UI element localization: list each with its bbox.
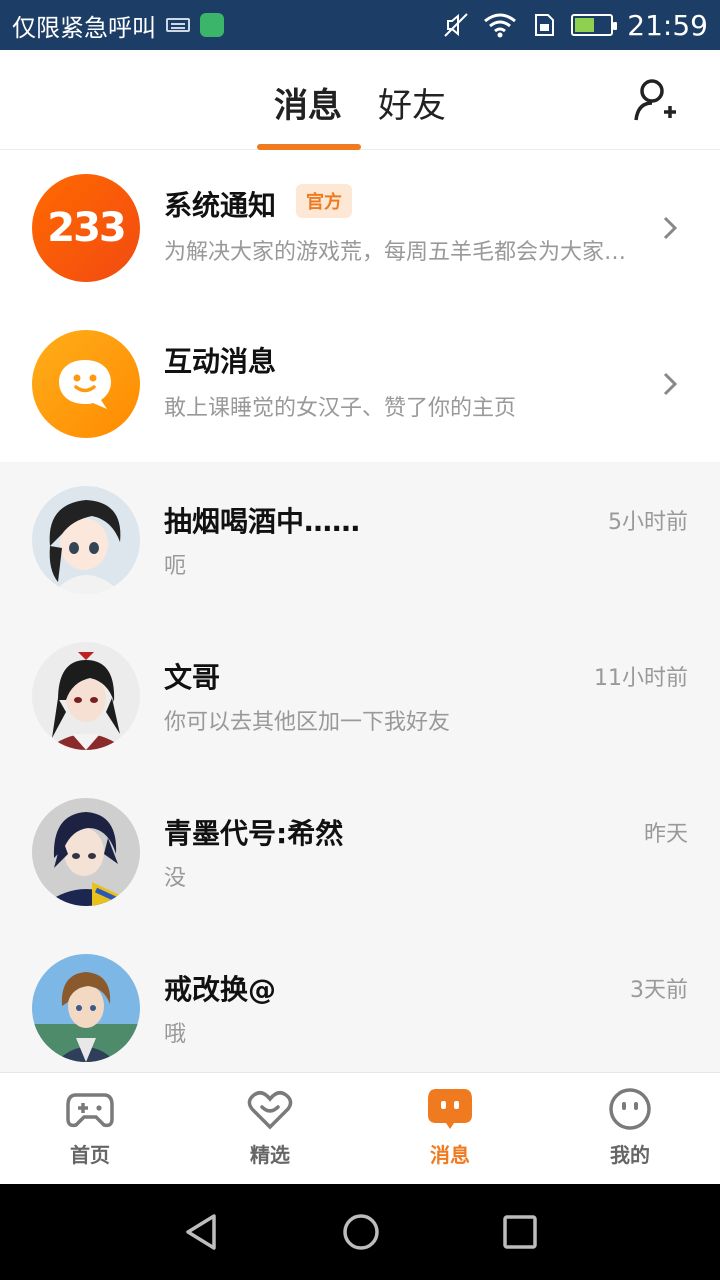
message-time: 11小时前	[594, 666, 688, 691]
home-icon[interactable]	[341, 1212, 381, 1252]
message-preview: 没	[164, 866, 187, 891]
contact-name: 戒改换@	[164, 973, 277, 1006]
nav-label: 我的	[610, 1143, 650, 1167]
avatar[interactable]	[32, 486, 140, 594]
conversation-row[interactable]: 戒改换@ 3天前 哦	[0, 930, 720, 1072]
nav-label: 消息	[430, 1143, 470, 1167]
conversation-list[interactable]: 抽烟喝酒中…… 5小时前 呃 文哥 11小时前 你可以去其他区加一下我好友 青墨…	[0, 462, 720, 1072]
add-friend-icon[interactable]	[632, 76, 680, 124]
recents-icon[interactable]	[502, 1214, 538, 1250]
avatar[interactable]	[32, 642, 140, 750]
contact-name: 青墨代号:希然	[164, 817, 344, 850]
official-badge: 官方	[296, 184, 352, 218]
top-tab-bar: 消息 好友	[0, 50, 720, 150]
nav-featured[interactable]: 精选	[180, 1073, 360, 1185]
system-navigation-bar	[0, 1184, 720, 1280]
conversation-row[interactable]: 青墨代号:希然 昨天 没	[0, 774, 720, 930]
conversation-row[interactable]: 抽烟喝酒中…… 5小时前 呃	[0, 462, 720, 618]
contact-name: 文哥	[164, 661, 221, 694]
bottom-navigation: 首页 精选 消息 我的	[0, 1072, 720, 1184]
nav-messages[interactable]: 消息	[360, 1073, 540, 1185]
chevron-right-icon	[663, 216, 678, 240]
233-logo-icon: 233	[32, 174, 140, 282]
notice-preview: 敢上课睡觉的女汉子、赞了你的主页	[164, 396, 517, 421]
message-preview: 呃	[164, 554, 187, 579]
sim-card-icon	[535, 14, 555, 36]
message-preview: 你可以去其他区加一下我好友	[164, 710, 451, 735]
mute-icon	[444, 13, 469, 37]
message-time: 5小时前	[608, 510, 688, 535]
nav-label: 首页	[70, 1143, 110, 1167]
chat-bubble-icon	[32, 330, 140, 438]
interaction-notice-row[interactable]: 互动消息 敢上课睡觉的女汉子、赞了你的主页	[0, 306, 720, 462]
notice-title: 互动消息	[164, 345, 277, 378]
conversation-row[interactable]: 文哥 11小时前 你可以去其他区加一下我好友	[0, 618, 720, 774]
gamepad-icon	[66, 1093, 114, 1128]
tab-friends[interactable]: 好友	[378, 78, 446, 127]
message-time: 3天前	[630, 978, 688, 1003]
back-icon[interactable]	[182, 1212, 222, 1252]
status-bar: 仅限紧急呼叫 21:59	[0, 0, 720, 50]
carrier-text: 仅限紧急呼叫	[12, 13, 156, 42]
app-notification-icon	[200, 13, 224, 37]
message-preview: 哦	[164, 1022, 187, 1047]
tab-messages[interactable]: 消息	[274, 78, 342, 127]
message-icon	[428, 1089, 472, 1129]
battery-icon	[571, 14, 618, 36]
system-notice-row[interactable]: 233 系统通知 官方 为解决大家的游戏荒，每周五羊毛都会为大家推荐	[0, 150, 720, 306]
wifi-icon	[484, 13, 517, 38]
avatar[interactable]	[32, 798, 140, 906]
message-time: 昨天	[643, 822, 688, 847]
heart-smile-icon	[247, 1091, 293, 1130]
keyboard-icon	[166, 18, 190, 32]
chevron-right-icon	[663, 372, 678, 396]
profile-face-icon	[609, 1088, 651, 1130]
nav-home[interactable]: 首页	[0, 1073, 180, 1185]
contact-name: 抽烟喝酒中……	[164, 505, 361, 538]
notice-preview: 为解决大家的游戏荒，每周五羊毛都会为大家推荐	[164, 240, 644, 265]
notice-title: 系统通知	[164, 189, 277, 222]
clock: 21:59	[627, 8, 708, 42]
avatar[interactable]	[32, 954, 140, 1062]
nav-label: 精选	[250, 1143, 290, 1167]
nav-profile[interactable]: 我的	[540, 1073, 720, 1185]
